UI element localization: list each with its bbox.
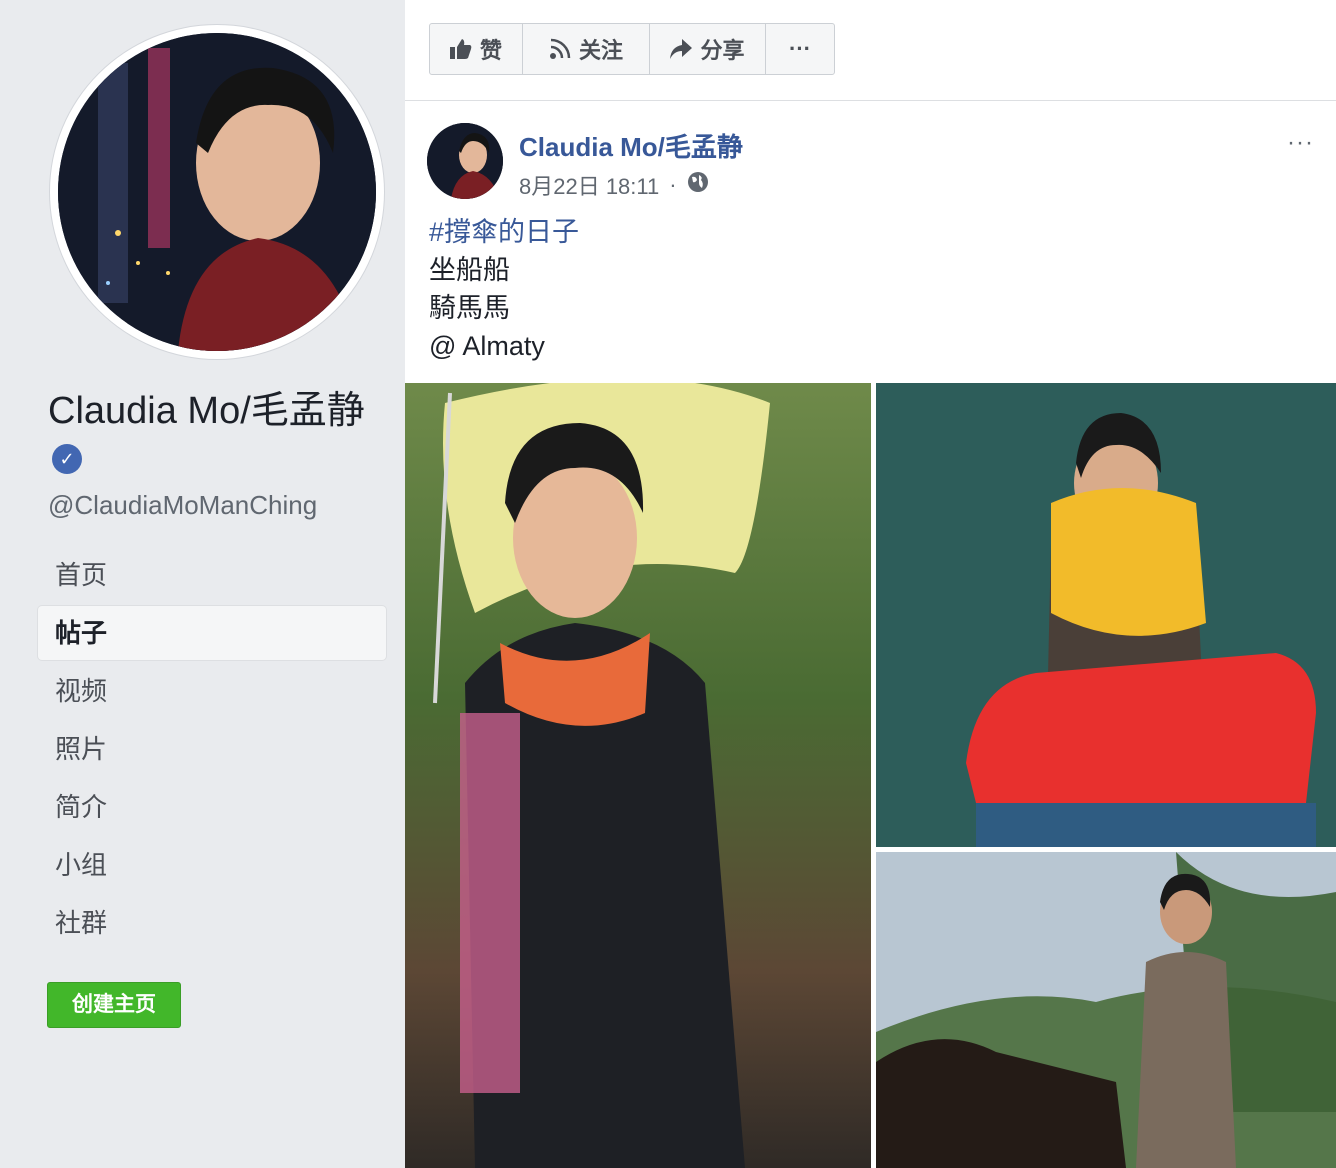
more-options-button[interactable]: ··· xyxy=(766,24,834,74)
like-label: 赞 xyxy=(479,38,502,63)
post-options-button[interactable]: ··· xyxy=(1287,129,1314,157)
nav-item-home[interactable]: 首页 xyxy=(38,548,386,602)
nav-item-communities[interactable]: 社群 xyxy=(38,896,386,950)
page-name-text: Claudia Mo/毛孟静 xyxy=(48,390,365,432)
page-title: Claudia Mo/毛孟静 ✓ xyxy=(48,388,378,480)
profile-photo-illustration xyxy=(58,33,376,351)
post-hashtag[interactable]: #撐傘的日子 xyxy=(429,213,579,251)
follow-button[interactable]: 关注 xyxy=(523,24,650,74)
post-card: Claudia Mo/毛孟静 8月22日 18:11 · ··· #撐傘的日子 … xyxy=(405,101,1336,1168)
post-author-name[interactable]: Claudia Mo/毛孟静 xyxy=(519,127,743,164)
create-page-button[interactable]: 创建主页 xyxy=(47,982,181,1028)
verified-badge-icon: ✓ xyxy=(52,444,82,474)
nav-item-about[interactable]: 简介 xyxy=(38,780,386,834)
umbrella-photo-illustration xyxy=(433,383,770,1168)
photo-umbrella[interactable] xyxy=(405,383,871,1168)
nav-item-groups[interactable]: 小组 xyxy=(38,838,386,892)
rss-follow-icon xyxy=(549,38,571,60)
post-body: #撐傘的日子 坐船船 騎馬馬 @ Almaty xyxy=(429,213,579,365)
post-line-2: 騎馬馬 xyxy=(429,293,510,323)
post-timestamp[interactable]: 8月22日 18:11 xyxy=(519,169,659,201)
page-nav: 首页 帖子 视频 照片 简介 小组 社群 xyxy=(38,548,386,954)
nav-item-posts[interactable]: 帖子 xyxy=(38,606,386,660)
post-author-avatar[interactable] xyxy=(427,123,503,199)
post-location: @ Almaty xyxy=(429,331,545,361)
boat-photo-illustration xyxy=(876,383,1336,847)
follow-label: 关注 xyxy=(578,38,623,63)
post-line-1: 坐船船 xyxy=(429,255,510,285)
photo-horse[interactable] xyxy=(876,852,1336,1168)
profile-picture[interactable] xyxy=(50,25,384,359)
page-action-bar: 赞 关注 分享 ··· xyxy=(405,0,1336,101)
nav-item-photos[interactable]: 照片 xyxy=(38,722,386,776)
share-button[interactable]: 分享 xyxy=(650,24,766,74)
nav-item-videos[interactable]: 视频 xyxy=(38,664,386,718)
post-photo-grid xyxy=(405,383,1336,1168)
share-label: 分享 xyxy=(700,38,745,63)
left-sidebar: Claudia Mo/毛孟静 ✓ @ClaudiaMoManChing 首页 帖… xyxy=(0,0,405,1168)
photo-boat[interactable] xyxy=(876,383,1336,847)
post-meta: 8月22日 18:11 · xyxy=(519,169,709,201)
thumbs-up-icon xyxy=(449,39,472,59)
post-avatar-illustration xyxy=(427,123,503,199)
horse-photo-illustration xyxy=(876,852,1336,1168)
share-arrow-icon xyxy=(670,39,693,59)
profile-photo xyxy=(58,33,376,351)
like-button[interactable]: 赞 xyxy=(430,24,523,74)
globe-icon[interactable] xyxy=(687,171,709,199)
page-handle[interactable]: @ClaudiaMoManChing xyxy=(48,490,317,521)
action-button-group: 赞 关注 分享 ··· xyxy=(429,23,835,75)
meta-separator: · xyxy=(669,172,677,197)
